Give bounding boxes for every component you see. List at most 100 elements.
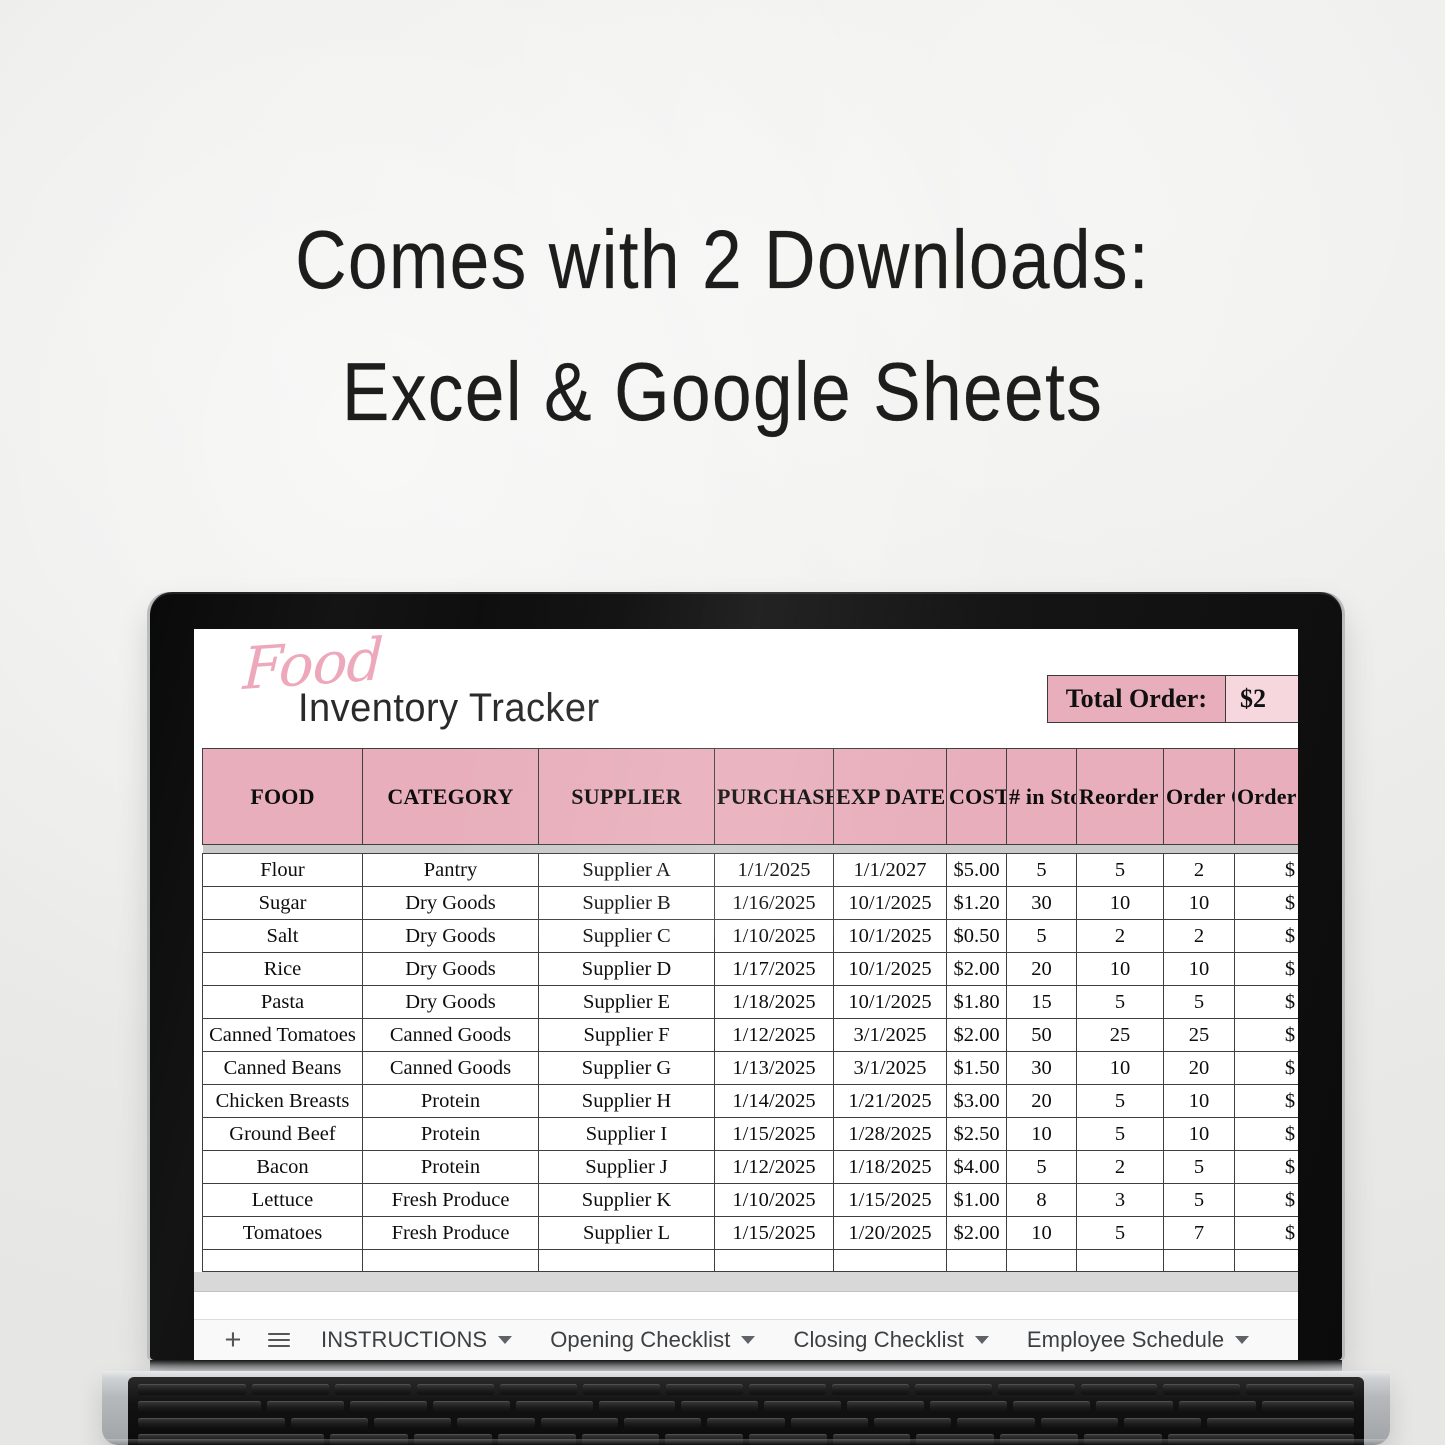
cell-cost[interactable]: $1.20 [946,886,1007,920]
cell-cost[interactable]: $5.00 [946,853,1007,887]
cell-food[interactable] [202,1249,363,1272]
table-row[interactable]: Salt Dry Goods Supplier C 1/10/2025 10/1/202… [202,919,1298,953]
cell-supplier[interactable]: Supplier L [538,1216,715,1250]
cell-stock[interactable]: 50 [1006,1018,1077,1052]
sheet-tab-closing-checklist[interactable]: Closing Checklist [774,1320,1007,1360]
cell-reorder[interactable]: 5 [1076,1117,1164,1151]
cell-category[interactable]: Protein [362,1084,539,1118]
cell-category[interactable]: Fresh Produce [362,1183,539,1217]
cell-reorder[interactable]: 10 [1076,886,1164,920]
cell-category[interactable]: Canned Goods [362,1051,539,1085]
column-header-purchase-date[interactable]: PURCHASE DATE [714,748,834,845]
column-header-order-qty[interactable]: Order Qty [1163,748,1235,845]
cell-order-price[interactable]: $ [1234,1051,1298,1085]
cell-stock[interactable] [1006,1249,1077,1272]
cell-exp-date[interactable]: 1/15/2025 [833,1183,947,1217]
cell-category[interactable]: Protein [362,1117,539,1151]
column-header-cost-per-item[interactable]: COST Per Item [946,748,1007,845]
cell-order-price[interactable]: $ [1234,886,1298,920]
cell-food[interactable]: Canned Tomatoes [202,1018,363,1052]
cell-cost[interactable]: $4.00 [946,1150,1007,1184]
cell-stock[interactable]: 10 [1006,1216,1077,1250]
cell-purchase-date[interactable]: 1/1/2025 [714,853,834,887]
table-row[interactable]: Canned Beans Canned Goods Supplier G 1/13/2… [202,1051,1298,1085]
cell-stock[interactable]: 10 [1006,1117,1077,1151]
cell-order-qty[interactable]: 2 [1163,919,1235,953]
cell-supplier[interactable]: Supplier E [538,985,715,1019]
cell-stock[interactable]: 5 [1006,853,1077,887]
chevron-down-icon[interactable] [741,1336,756,1344]
column-header-reorder-level[interactable]: Reorder Level [1076,748,1164,845]
cell-cost[interactable] [946,1249,1007,1272]
sheet-tab-employee-schedule[interactable]: Employee Schedule [1008,1320,1268,1360]
cell-order-price[interactable]: $ [1234,1018,1298,1052]
cell-order-price[interactable]: $ [1234,1150,1298,1184]
cell-purchase-date[interactable]: 1/10/2025 [714,1183,834,1217]
cell-cost[interactable]: $2.50 [946,1117,1007,1151]
chevron-down-icon[interactable] [498,1336,513,1344]
cell-exp-date[interactable] [833,1249,947,1272]
cell-exp-date[interactable]: 1/1/2027 [833,853,947,887]
cell-order-price[interactable]: $ [1234,1117,1298,1151]
cell-cost[interactable]: $1.00 [946,1183,1007,1217]
cell-reorder[interactable]: 2 [1076,919,1164,953]
cell-category[interactable]: Dry Goods [362,886,539,920]
cell-cost[interactable]: $2.00 [946,952,1007,986]
cell-category[interactable]: Pantry [362,853,539,887]
cell-exp-date[interactable]: 10/1/2025 [833,886,947,920]
cell-purchase-date[interactable]: 1/15/2025 [714,1216,834,1250]
table-row[interactable]: Chicken Breasts Protein Supplier H 1/14/202… [202,1084,1298,1118]
cell-purchase-date[interactable]: 1/15/2025 [714,1117,834,1151]
cell-supplier[interactable]: Supplier B [538,886,715,920]
table-row[interactable]: Pasta Dry Goods Supplier E 1/18/2025 10/1/20… [202,985,1298,1019]
cell-food[interactable]: Chicken Breasts [202,1084,363,1118]
cell-exp-date[interactable]: 1/20/2025 [833,1216,947,1250]
cell-order-price[interactable]: $ [1234,985,1298,1019]
sheet-tab-opening-checklist[interactable]: Opening Checklist [531,1320,774,1360]
cell-stock[interactable]: 30 [1006,1051,1077,1085]
cell-reorder[interactable]: 10 [1076,1051,1164,1085]
table-row[interactable]: Flour Pantry Supplier A 1/1/2025 1/1/2027 $5.… [202,853,1298,887]
cell-order-price[interactable]: $ [1234,1216,1298,1250]
column-header-supplier[interactable]: SUPPLIER [538,748,715,845]
cell-reorder[interactable]: 2 [1076,1150,1164,1184]
cell-exp-date[interactable]: 3/1/2025 [833,1018,947,1052]
cell-exp-date[interactable]: 10/1/2025 [833,985,947,1019]
cell-purchase-date[interactable]: 1/16/2025 [714,886,834,920]
cell-order-qty[interactable]: 5 [1163,985,1235,1019]
table-row[interactable]: Rice Dry Goods Supplier D 1/17/2025 10/1/202… [202,952,1298,986]
cell-exp-date[interactable]: 10/1/2025 [833,919,947,953]
cell-food[interactable]: Sugar [202,886,363,920]
column-header-order-price[interactable]: Order Price [1234,748,1298,845]
cell-reorder[interactable]: 5 [1076,1216,1164,1250]
cell-order-qty[interactable]: 10 [1163,886,1235,920]
cell-exp-date[interactable]: 3/1/2025 [833,1051,947,1085]
cell-purchase-date[interactable]: 1/17/2025 [714,952,834,986]
cell-stock[interactable]: 8 [1006,1183,1077,1217]
cell-reorder[interactable]: 10 [1076,952,1164,986]
chevron-down-icon[interactable] [1235,1336,1250,1344]
table-row[interactable]: Bacon Protein Supplier J 1/12/2025 1/18/2025… [202,1150,1298,1184]
cell-supplier[interactable]: Supplier K [538,1183,715,1217]
table-row[interactable]: Lettuce Fresh Produce Supplier K 1/10/2025 1… [202,1183,1298,1217]
cell-stock[interactable]: 15 [1006,985,1077,1019]
cell-cost[interactable]: $3.00 [946,1084,1007,1118]
cell-reorder[interactable]: 5 [1076,853,1164,887]
cell-reorder[interactable]: 5 [1076,985,1164,1019]
cell-food[interactable]: Rice [202,952,363,986]
cell-reorder[interactable]: 25 [1076,1018,1164,1052]
cell-food[interactable]: Bacon [202,1150,363,1184]
cell-supplier[interactable]: Supplier J [538,1150,715,1184]
table-row-empty[interactable] [202,1249,1298,1272]
cell-supplier[interactable]: Supplier I [538,1117,715,1151]
cell-food[interactable]: Flour [202,853,363,887]
cell-order-qty[interactable]: 10 [1163,1084,1235,1118]
cell-order-qty[interactable]: 5 [1163,1150,1235,1184]
cell-stock[interactable]: 20 [1006,1084,1077,1118]
cell-food[interactable]: Canned Beans [202,1051,363,1085]
table-row[interactable]: Tomatoes Fresh Produce Supplier L 1/15/2025… [202,1216,1298,1250]
column-header-num-in-stock[interactable]: # in Stock [1006,748,1077,845]
sheet-tab-instructions[interactable]: INSTRUCTIONS [302,1320,531,1360]
cell-cost[interactable]: $2.00 [946,1018,1007,1052]
cell-order-qty[interactable]: 25 [1163,1018,1235,1052]
